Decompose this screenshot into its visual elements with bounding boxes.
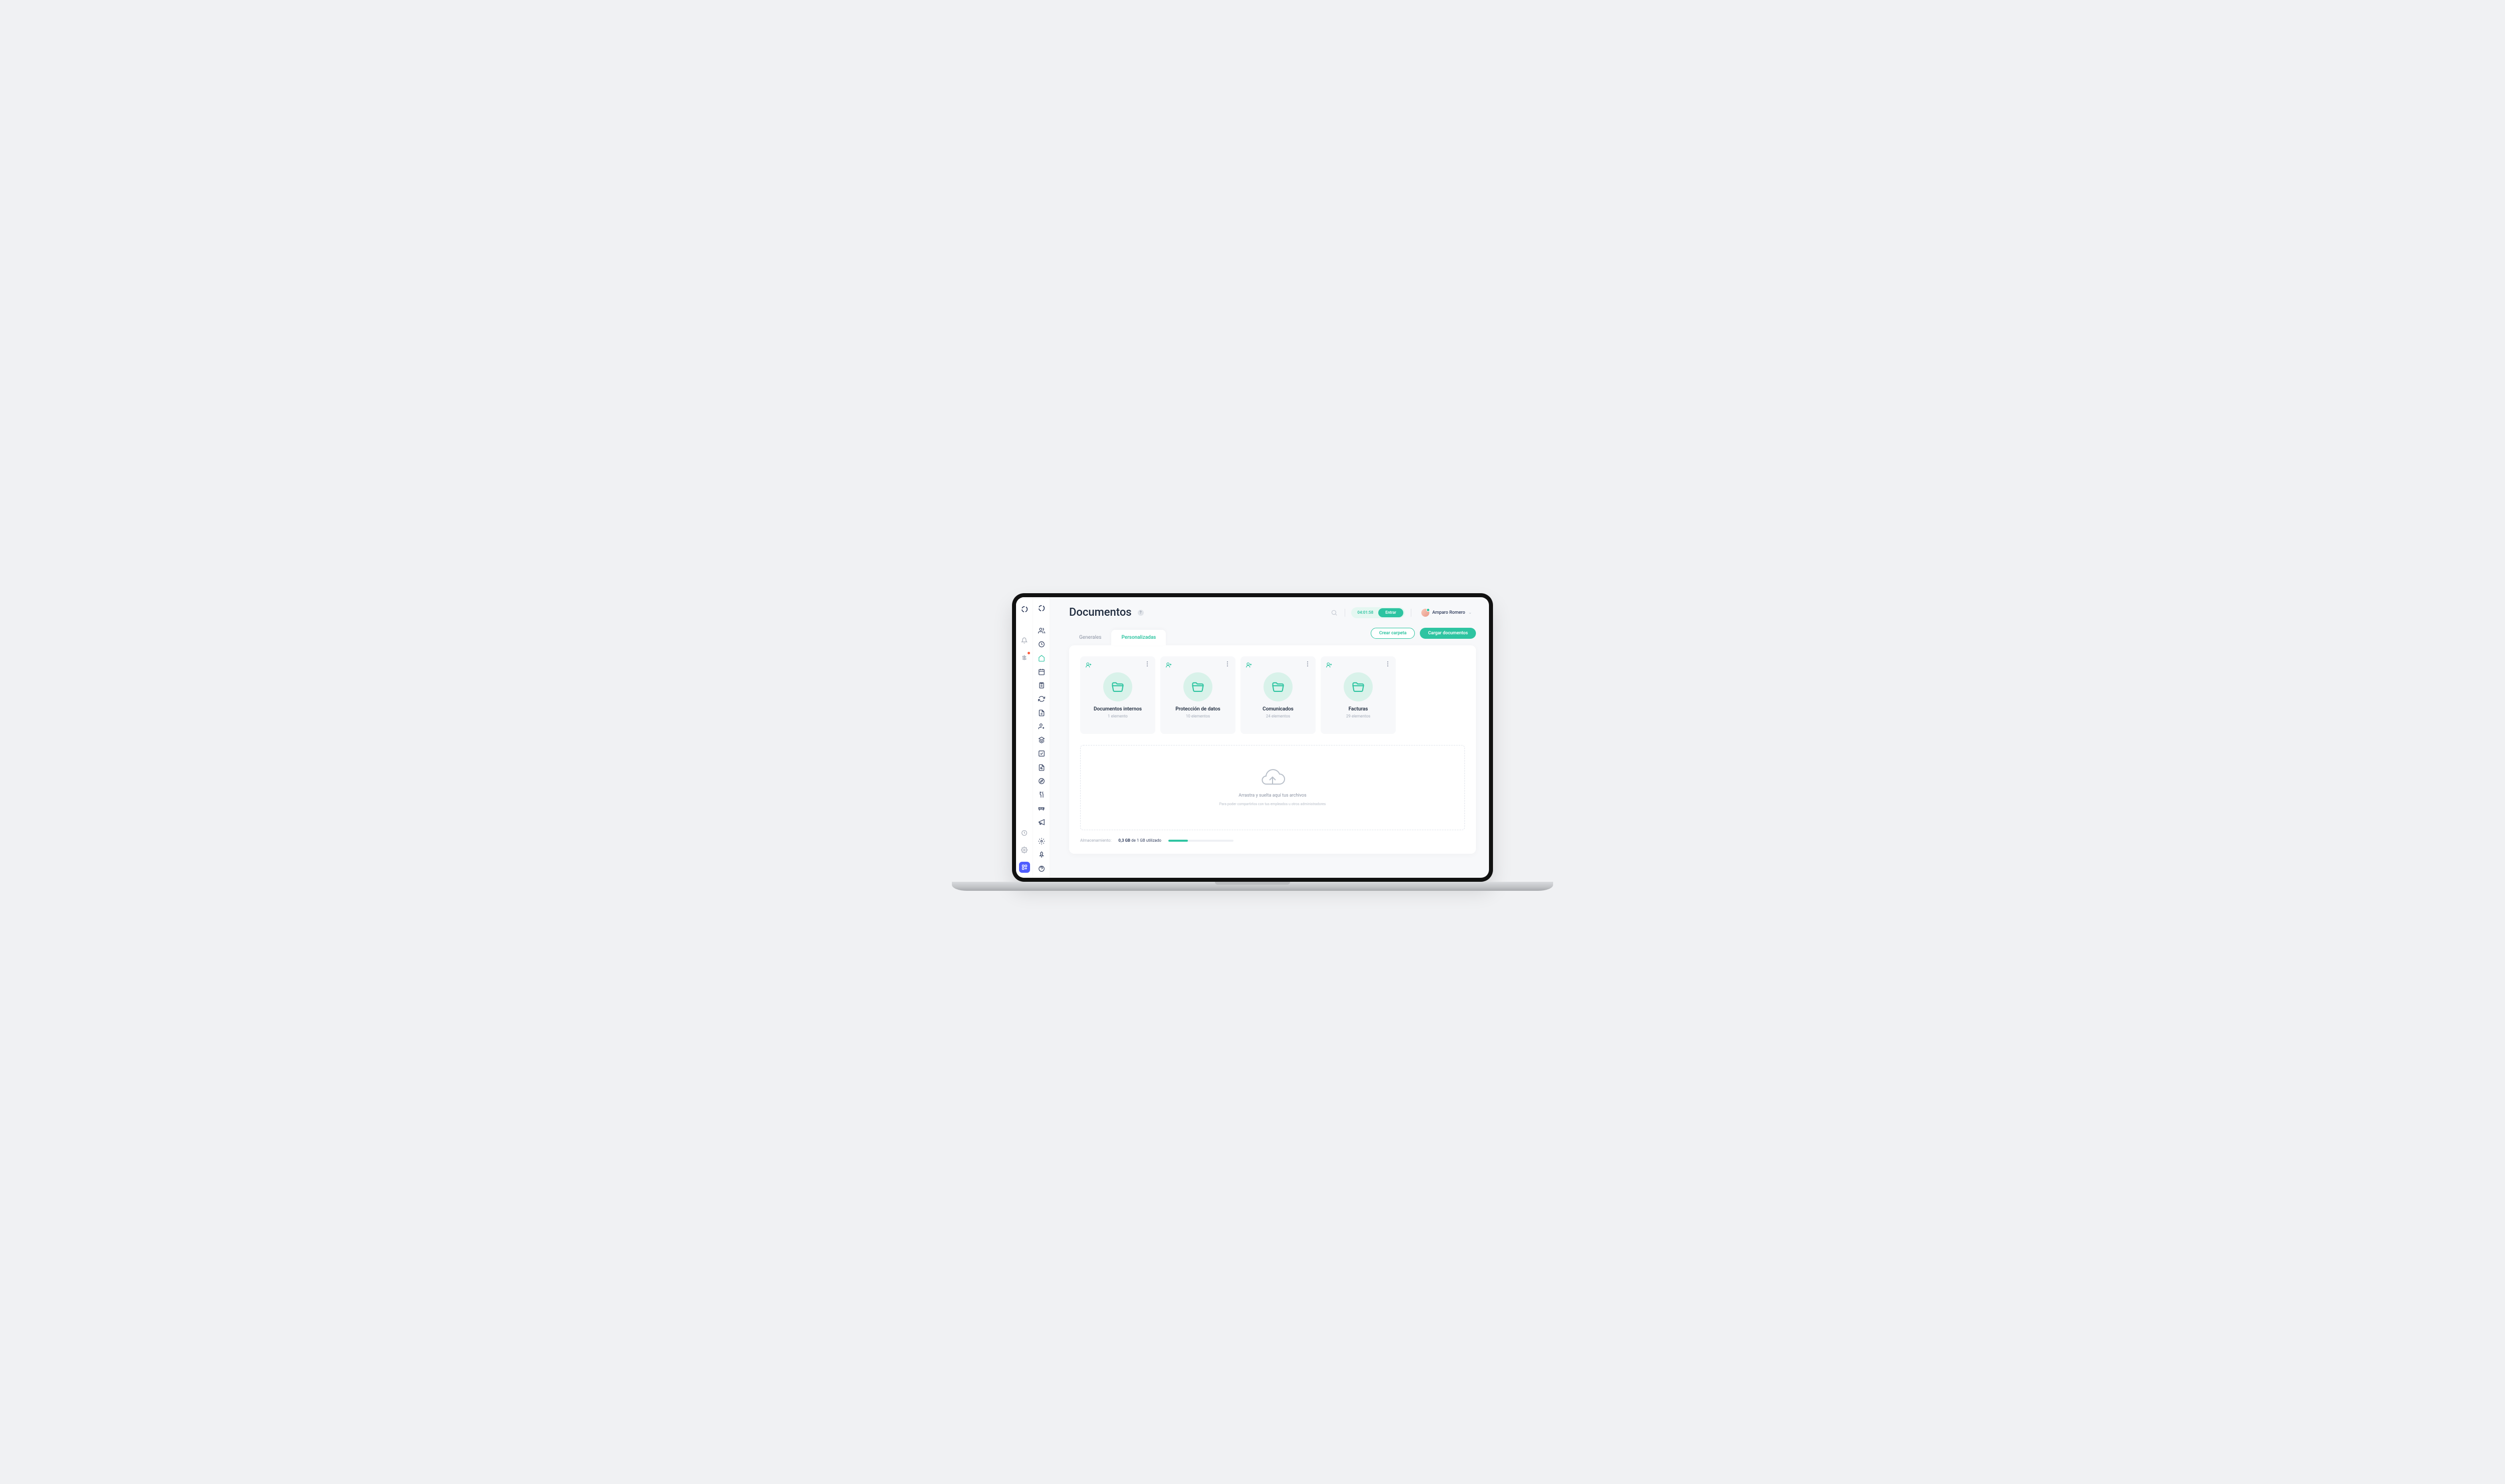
storage-bar — [1168, 840, 1233, 842]
dropzone-subtitle: Para poder compartirlos con tus empleado… — [1219, 802, 1326, 806]
timer-action-button[interactable]: Entrar — [1378, 608, 1403, 617]
info-icon[interactable]: ? — [1138, 610, 1144, 616]
help-icon[interactable] — [1037, 865, 1047, 873]
logo-icon[interactable] — [1020, 604, 1030, 614]
folder-title: Facturas — [1349, 706, 1368, 712]
clipboard-icon[interactable] — [1037, 681, 1047, 689]
tabs: Generales Personalizadas — [1069, 630, 1166, 645]
main-content: Documentos ? 04:01:58 Entrar Amparo Rome — [1050, 597, 1489, 878]
timer-value: 04:01:58 — [1357, 610, 1373, 615]
more-icon[interactable]: ⋮ — [1144, 661, 1150, 666]
folder-card[interactable]: ⋮ Documentos internos 1 elemento — [1080, 656, 1155, 734]
more-icon[interactable]: ⋮ — [1385, 661, 1391, 666]
share-icon[interactable] — [1326, 661, 1333, 668]
tab-personalizadas[interactable]: Personalizadas — [1111, 630, 1166, 645]
share-icon[interactable] — [1245, 661, 1252, 668]
content-panel: ⋮ Documentos internos 1 elemento ⋮ — [1069, 645, 1476, 854]
team-icon[interactable] — [1037, 627, 1047, 635]
dropzone[interactable]: Arrastra y suelta aquí tus archivos Para… — [1080, 745, 1465, 830]
avatar — [1421, 609, 1429, 617]
folder-count: 24 elementos — [1266, 714, 1290, 718]
upload-documents-button[interactable]: Cargar documentos — [1420, 628, 1476, 639]
folder-title: Protección de datos — [1175, 706, 1220, 712]
folder-card[interactable]: ⋮ Facturas 29 elementos — [1321, 656, 1396, 734]
chevron-down-icon: ⌄ — [1468, 610, 1472, 615]
folder-icon — [1103, 672, 1132, 701]
barrier-icon[interactable] — [1037, 804, 1047, 812]
dropzone-title: Arrastra y suelta aquí tus archivos — [1238, 793, 1306, 798]
folder-count: 10 elementos — [1186, 714, 1210, 718]
folder-icon — [1344, 672, 1373, 701]
file-search-icon[interactable] — [1037, 764, 1047, 772]
folder-icon — [1264, 672, 1293, 701]
signpost-icon[interactable] — [1020, 652, 1030, 662]
settings-icon[interactable] — [1020, 845, 1030, 855]
storage-label: Almacenamiento: — [1080, 838, 1111, 843]
user-settings-icon[interactable] — [1037, 722, 1047, 730]
storage-row: Almacenamiento: 0,3 GB de 1 GB utilizado — [1080, 838, 1465, 843]
timer-pill: 04:01:58 Entrar — [1351, 607, 1404, 618]
refresh-icon[interactable] — [1037, 695, 1047, 703]
checklist-icon[interactable] — [1037, 750, 1047, 758]
folder-grid: ⋮ Documentos internos 1 elemento ⋮ — [1080, 656, 1465, 734]
compass-icon[interactable] — [1037, 777, 1047, 785]
more-icon[interactable]: ⋮ — [1224, 661, 1230, 666]
folder-title: Comunicados — [1263, 706, 1294, 712]
folder-count: 1 elemento — [1108, 714, 1128, 718]
share-icon[interactable] — [1165, 661, 1172, 668]
page-title: Documentos — [1069, 606, 1132, 619]
apps-icon[interactable] — [1019, 862, 1030, 873]
calendar-icon[interactable] — [1037, 668, 1047, 676]
create-folder-button[interactable]: Crear carpeta — [1371, 628, 1415, 639]
user-menu[interactable]: Amparo Romero ⌄ — [1417, 609, 1476, 617]
user-name: Amparo Romero — [1432, 610, 1465, 615]
gear-icon[interactable] — [1037, 837, 1047, 845]
bell-icon[interactable] — [1020, 635, 1030, 645]
layers-icon[interactable] — [1037, 736, 1047, 744]
storage-used: 0,3 GB de 1 GB utilizado — [1118, 838, 1161, 843]
clock-icon[interactable] — [1037, 640, 1047, 648]
pin-icon[interactable] — [1037, 851, 1047, 859]
folder-card[interactable]: ⋮ Protección de datos 10 elementos — [1160, 656, 1235, 734]
file-icon[interactable] — [1037, 708, 1047, 716]
cloud-upload-icon — [1260, 769, 1286, 789]
mini-sidebar — [1016, 597, 1033, 878]
folder-icon — [1183, 672, 1212, 701]
nav-sidebar — [1033, 597, 1050, 878]
folder-count: 29 elementos — [1346, 714, 1370, 718]
logo-secondary-icon[interactable] — [1037, 604, 1047, 612]
restaurant-icon[interactable] — [1037, 791, 1047, 799]
share-icon[interactable] — [1085, 661, 1092, 668]
home-icon[interactable] — [1037, 654, 1047, 662]
tab-generales[interactable]: Generales — [1069, 630, 1111, 645]
more-icon[interactable]: ⋮ — [1305, 661, 1311, 666]
storage-fill — [1168, 840, 1188, 842]
history-icon[interactable] — [1020, 828, 1030, 838]
search-icon[interactable] — [1330, 608, 1339, 617]
folder-title: Documentos internos — [1094, 706, 1142, 712]
megaphone-icon[interactable] — [1037, 818, 1047, 826]
folder-card[interactable]: ⋮ Comunicados 24 elementos — [1240, 656, 1316, 734]
